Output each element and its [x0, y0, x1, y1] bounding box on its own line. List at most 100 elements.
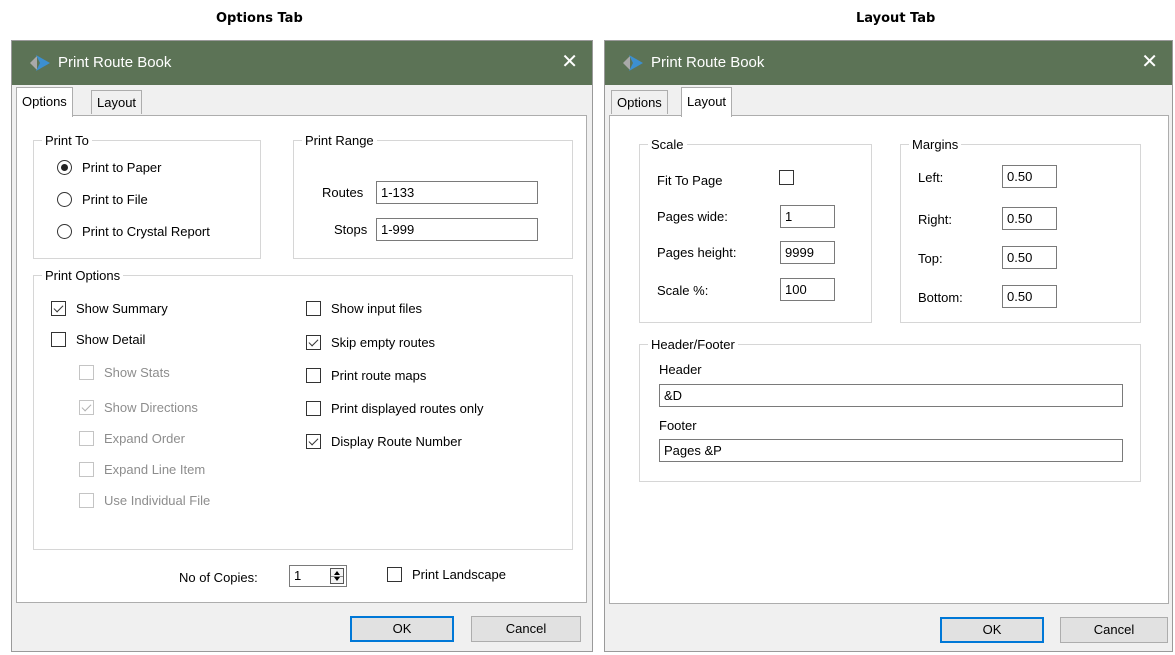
- margin-right-input[interactable]: 0.50: [1002, 207, 1057, 230]
- checkbox-expand-order[interactable]: Expand Order: [79, 431, 185, 446]
- radio-indicator[interactable]: [57, 192, 72, 207]
- tab-options[interactable]: Options: [16, 87, 73, 117]
- close-icon[interactable]: ✕: [1141, 49, 1158, 75]
- checkbox-print-displayed-routes-only[interactable]: Print displayed routes only: [306, 401, 483, 416]
- radio-print-to-file[interactable]: Print to File: [57, 192, 148, 207]
- checkbox-indicator[interactable]: [79, 462, 94, 477]
- margin-right-label: Right:: [918, 212, 952, 227]
- checkbox-use-individual-file[interactable]: Use Individual File: [79, 493, 210, 508]
- header-input[interactable]: &D: [659, 384, 1123, 407]
- margin-top-input[interactable]: 0.50: [1002, 246, 1057, 269]
- scale-legend: Scale: [651, 137, 684, 152]
- fit-to-page-label: Fit To Page: [657, 173, 723, 188]
- ok-button[interactable]: OK: [350, 616, 454, 642]
- dialog-title: Print Route Book: [58, 54, 172, 71]
- pages-height-label: Pages height:: [657, 245, 737, 260]
- checkbox-indicator[interactable]: [79, 431, 94, 446]
- app-logo-icon: [623, 55, 643, 71]
- header-footer-legend: Header/Footer: [651, 337, 735, 352]
- checkbox-indicator[interactable]: [79, 365, 94, 380]
- routes-input[interactable]: 1-133: [376, 181, 538, 204]
- tab-strip: Options Layout: [605, 85, 1172, 117]
- checkbox-label: Expand Order: [104, 431, 185, 446]
- checkbox-indicator[interactable]: [306, 401, 321, 416]
- margin-left-label: Left:: [918, 170, 944, 185]
- radio-label: Print to Paper: [82, 160, 162, 175]
- checkbox-label: Print displayed routes only: [331, 401, 484, 416]
- dialog-titlebar[interactable]: Print Route Book ✕: [12, 41, 592, 85]
- footer-input[interactable]: Pages &P: [659, 439, 1123, 462]
- radio-print-to-paper[interactable]: Print to Paper: [57, 160, 162, 175]
- checkbox-label: Print route maps: [331, 368, 427, 383]
- print-options-legend: Print Options: [45, 268, 121, 283]
- margin-top-label: Top:: [918, 251, 943, 266]
- print-to-legend: Print To: [45, 133, 89, 148]
- checkbox-label: Show Directions: [104, 400, 198, 415]
- checkbox-label: Use Individual File: [104, 493, 211, 508]
- copies-stepper[interactable]: 1: [289, 565, 347, 587]
- checkbox-display-route-number[interactable]: Display Route Number: [306, 434, 462, 449]
- checkbox-show-stats[interactable]: Show Stats: [79, 365, 170, 380]
- spin-buttons[interactable]: [330, 568, 344, 584]
- pages-height-input[interactable]: 9999: [780, 241, 835, 264]
- checkbox-indicator[interactable]: [79, 493, 94, 508]
- copies-value: 1: [294, 568, 302, 583]
- checkbox-label: Show input files: [331, 301, 423, 316]
- checkbox-indicator[interactable]: [79, 400, 94, 415]
- copies-label: No of Copies:: [179, 570, 258, 585]
- close-icon[interactable]: ✕: [561, 49, 578, 75]
- checkbox-indicator[interactable]: [51, 332, 66, 347]
- checkbox-indicator[interactable]: [51, 301, 66, 316]
- ok-button[interactable]: OK: [940, 617, 1044, 643]
- spin-down-icon[interactable]: [334, 577, 340, 581]
- checkbox-show-summary[interactable]: Show Summary: [51, 301, 168, 316]
- routes-label: Routes: [322, 185, 364, 200]
- tab-options[interactable]: Options: [611, 90, 668, 114]
- cancel-button[interactable]: Cancel: [471, 616, 581, 642]
- stops-input[interactable]: 1-999: [376, 218, 538, 241]
- print-range-legend: Print Range: [305, 133, 374, 148]
- margin-bottom-input[interactable]: 0.50: [1002, 285, 1057, 308]
- checkbox-label: Print Landscape: [412, 567, 506, 582]
- tab-layout[interactable]: Layout: [91, 90, 143, 114]
- checkbox-label: Expand Line Item: [104, 462, 206, 477]
- checkbox-indicator[interactable]: [306, 335, 321, 350]
- checkbox-label: Display Route Number: [331, 434, 462, 449]
- checkbox-indicator[interactable]: [387, 567, 402, 582]
- spin-up-icon[interactable]: [334, 571, 340, 575]
- checkbox-expand-line-item[interactable]: Expand Line Item: [79, 462, 205, 477]
- checkbox-print-route-maps[interactable]: Print route maps: [306, 368, 426, 383]
- margin-left-input[interactable]: 0.50: [1002, 165, 1057, 188]
- checkbox-show-input-files[interactable]: Show input files: [306, 301, 422, 316]
- options-tab-caption: Options Tab: [216, 11, 303, 26]
- checkbox-indicator[interactable]: [306, 301, 321, 316]
- tab-layout[interactable]: Layout: [681, 87, 733, 117]
- tab-panel-options: Print To Print to Paper Print to File Pr…: [16, 115, 587, 603]
- scale-percent-label: Scale %:: [657, 283, 709, 298]
- radio-print-to-crystal-report[interactable]: Print to Crystal Report: [57, 224, 210, 239]
- stops-label: Stops: [334, 222, 368, 237]
- scale-percent-input[interactable]: 100: [780, 278, 835, 301]
- tab-strip: Options Layout: [12, 85, 592, 117]
- cancel-button[interactable]: Cancel: [1060, 617, 1168, 643]
- checkbox-skip-empty-routes[interactable]: Skip empty routes: [306, 335, 435, 350]
- app-logo-icon: [30, 55, 50, 71]
- checkbox-indicator[interactable]: [306, 368, 321, 383]
- header-label: Header: [659, 362, 702, 377]
- checkbox-label: Show Detail: [76, 332, 146, 347]
- radio-indicator[interactable]: [57, 224, 72, 239]
- pages-wide-input[interactable]: 1: [780, 205, 835, 228]
- checkbox-indicator[interactable]: [306, 434, 321, 449]
- checkbox-show-detail[interactable]: Show Detail: [51, 332, 145, 347]
- margin-bottom-label: Bottom:: [918, 290, 963, 305]
- dialog-titlebar[interactable]: Print Route Book ✕: [605, 41, 1172, 85]
- checkbox-label: Show Stats: [104, 365, 170, 380]
- dialog-title: Print Route Book: [651, 54, 765, 71]
- pages-wide-label: Pages wide:: [657, 209, 728, 224]
- fit-to-page-checkbox[interactable]: [779, 170, 794, 185]
- radio-indicator[interactable]: [57, 160, 72, 175]
- margins-legend: Margins: [912, 137, 959, 152]
- checkbox-label: Show Summary: [76, 301, 168, 316]
- checkbox-show-directions[interactable]: Show Directions: [79, 400, 198, 415]
- checkbox-print-landscape[interactable]: Print Landscape: [387, 567, 506, 582]
